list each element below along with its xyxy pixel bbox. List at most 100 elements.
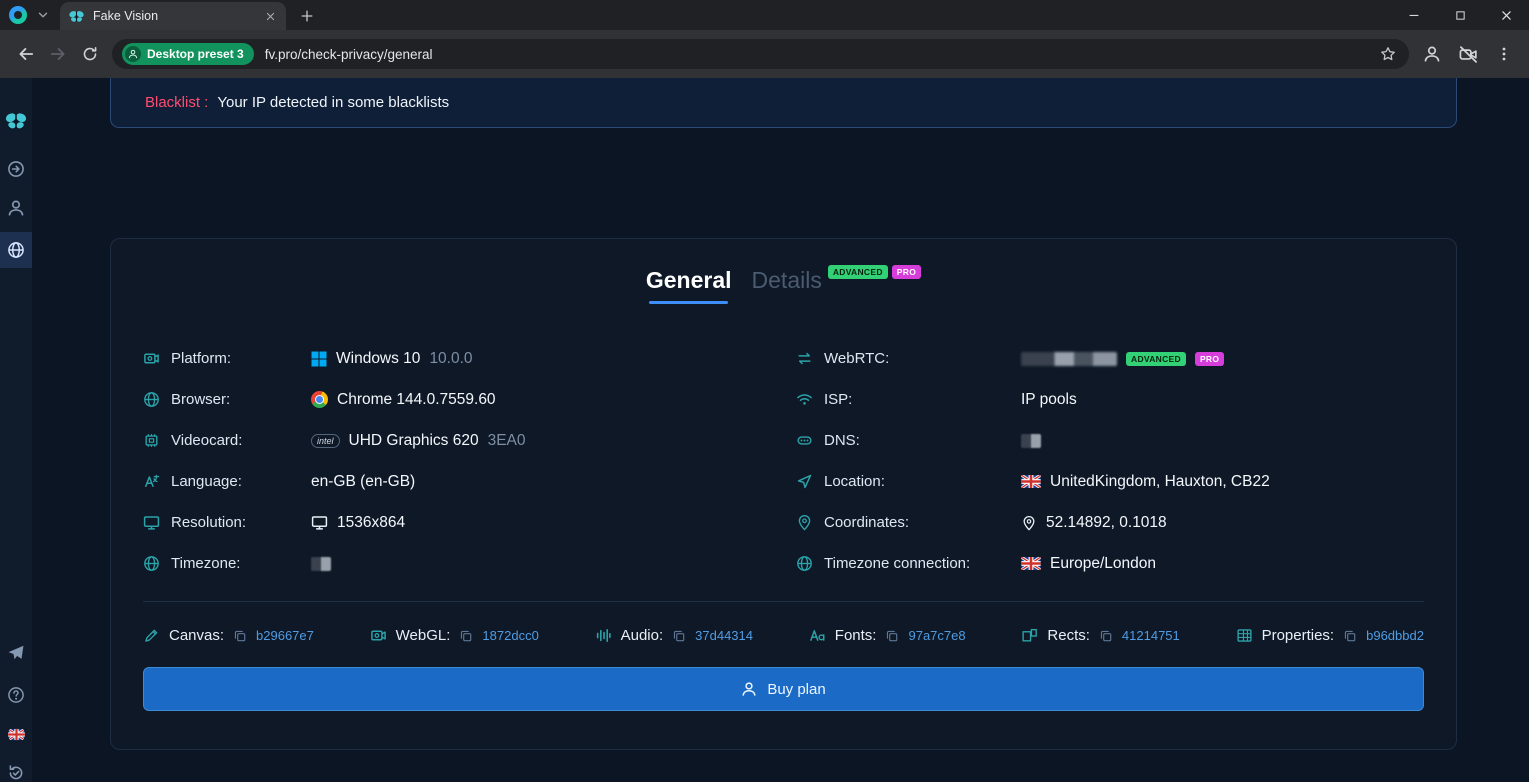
sidebar-item-profile[interactable] xyxy=(0,191,32,225)
coordinates-label: Coordinates: xyxy=(824,514,909,531)
browser-tab[interactable]: Fake Vision xyxy=(60,2,286,30)
sidebar-item-privacy-check[interactable] xyxy=(0,232,32,268)
timezone-connection-value: Europe/London xyxy=(1050,555,1156,573)
browser-label: Browser: xyxy=(171,391,230,408)
forward-button[interactable] xyxy=(42,38,74,70)
row-isp: ISP: IP pools xyxy=(796,379,1424,420)
tab-general-label: General xyxy=(646,267,732,293)
blacklist-text: Your IP detected in some blacklists xyxy=(217,94,449,111)
minimize-button[interactable] xyxy=(1391,0,1437,30)
language-label: Language: xyxy=(171,473,242,490)
coordinates-value: 52.14892, 0.1018 xyxy=(1046,514,1167,532)
maximize-button[interactable] xyxy=(1437,0,1483,30)
preset-badge[interactable]: Desktop preset 3 xyxy=(122,43,254,65)
buy-plan-label: Buy plan xyxy=(767,681,825,698)
row-browser: Browser: Chrome 144.0.7559.60 xyxy=(143,379,796,420)
bookmark-star-icon[interactable] xyxy=(1377,43,1399,65)
copy-icon[interactable] xyxy=(1343,629,1357,643)
copy-icon[interactable] xyxy=(885,629,899,643)
row-location: Location: UnitedKingdom, Hauxton, CB22 xyxy=(796,461,1424,502)
coordinates-pin-icon xyxy=(796,514,813,531)
uk-flag-icon xyxy=(1021,557,1041,570)
resolution-label: Resolution: xyxy=(171,514,246,531)
sidebar-language-flag-icon[interactable] xyxy=(0,717,32,751)
copy-icon[interactable] xyxy=(1099,629,1113,643)
incognito-person-icon xyxy=(125,46,141,62)
sidebar-recheck-icon[interactable] xyxy=(0,756,32,782)
platform-version: 10.0.0 xyxy=(429,350,472,368)
webrtc-swap-icon xyxy=(796,350,813,367)
info-grid: Platform: Windows 1010.0.0 Browser: Chro… xyxy=(143,338,1424,584)
audio-hash: 37d44314 xyxy=(695,628,753,643)
new-tab-button[interactable] xyxy=(294,3,320,29)
isp-value: IP pools xyxy=(1021,391,1077,409)
webrtc-label: WebRTC: xyxy=(824,350,889,367)
timezone-redacted-value xyxy=(311,557,331,571)
tab-general[interactable]: General xyxy=(646,267,732,304)
copy-icon[interactable] xyxy=(459,629,473,643)
copy-icon[interactable] xyxy=(672,629,686,643)
properties-hash: b96dbbd2 xyxy=(1366,628,1424,643)
sidebar-help-icon[interactable] xyxy=(0,678,32,712)
dns-redacted-value xyxy=(1021,434,1041,448)
location-value: UnitedKingdom, Hauxton, CB22 xyxy=(1050,473,1270,491)
copy-icon[interactable] xyxy=(233,629,247,643)
row-platform: Platform: Windows 1010.0.0 xyxy=(143,338,796,379)
audio-label: Audio: xyxy=(621,627,664,644)
webgl-hash: 1872dcc0 xyxy=(482,628,538,643)
close-button[interactable] xyxy=(1483,0,1529,30)
info-column-right: WebRTC: ADVANCEDPRO ISP: IP pools DNS: xyxy=(796,338,1424,584)
properties-label: Properties: xyxy=(1262,627,1335,644)
pencil-icon xyxy=(143,627,160,644)
card-tabs: General Details ADVANCED PRO xyxy=(143,267,1424,304)
hash-webgl: WebGL: 1872dcc0 xyxy=(370,627,539,644)
browser-toolbar: Desktop preset 3 fv.pro/check-privacy/ge… xyxy=(0,30,1529,78)
dns-icon xyxy=(796,432,813,449)
tab-close-icon[interactable] xyxy=(262,8,278,24)
pro-badge: PRO xyxy=(892,265,921,279)
url-text: fv.pro/check-privacy/general xyxy=(265,47,1377,62)
webgl-label: WebGL: xyxy=(396,627,451,644)
tab-search-chevron-icon[interactable] xyxy=(34,6,52,24)
isp-label: ISP: xyxy=(824,391,852,408)
video-camera-icon xyxy=(370,627,387,644)
profile-avatar-icon[interactable] xyxy=(1417,39,1447,69)
browser-window: Fake Vision Desktop preset 3 fv.pro/chec… xyxy=(0,0,1529,782)
page-content: Blacklist : Your IP detected in some bla… xyxy=(0,78,1529,782)
sidebar-butterfly-logo[interactable] xyxy=(0,104,32,138)
chrome-logo-icon xyxy=(311,391,328,408)
hash-properties: Properties: b96dbbd2 xyxy=(1236,627,1424,644)
main-area: Blacklist : Your IP detected in some bla… xyxy=(32,78,1529,782)
sidebar-item-connections[interactable] xyxy=(0,152,32,186)
grid-table-icon xyxy=(1236,627,1253,644)
menu-kebab-icon[interactable] xyxy=(1489,39,1519,69)
title-bar: Fake Vision xyxy=(0,0,1529,30)
address-bar[interactable]: Desktop preset 3 fv.pro/check-privacy/ge… xyxy=(112,39,1409,69)
rects-icon xyxy=(1021,627,1038,644)
back-button[interactable] xyxy=(10,38,42,70)
intel-brand-badge: intel xyxy=(311,434,340,448)
hash-fonts: Fonts: 97a7c7e8 xyxy=(809,627,966,644)
row-language: Language: en-GB (en-GB) xyxy=(143,461,796,502)
videocard-value: UHD Graphics 620 xyxy=(349,432,479,450)
buy-plan-button[interactable]: Buy plan xyxy=(143,667,1424,711)
row-timezone: Timezone: xyxy=(143,543,796,584)
browser-app-logo xyxy=(9,6,27,24)
person-icon xyxy=(741,681,757,697)
tab-details-label: Details xyxy=(752,267,822,294)
videocard-id: 3EA0 xyxy=(488,432,526,450)
platform-value: Windows 10 xyxy=(336,350,420,368)
sidebar-telegram-icon[interactable] xyxy=(0,636,32,670)
webrtc-advanced-badge: ADVANCED xyxy=(1126,352,1186,366)
preset-badge-label: Desktop preset 3 xyxy=(147,47,244,61)
camera-off-icon[interactable] xyxy=(1453,39,1483,69)
fonts-hash: 97a7c7e8 xyxy=(908,628,965,643)
device-icon xyxy=(143,350,160,367)
tab-details[interactable]: Details ADVANCED PRO xyxy=(752,267,922,294)
butterfly-favicon xyxy=(68,8,85,25)
reload-button[interactable] xyxy=(74,38,106,70)
uk-flag-icon xyxy=(1021,475,1041,488)
timezone-globe-icon xyxy=(143,555,160,572)
canvas-hash: b29667e7 xyxy=(256,628,314,643)
row-dns: DNS: xyxy=(796,420,1424,461)
